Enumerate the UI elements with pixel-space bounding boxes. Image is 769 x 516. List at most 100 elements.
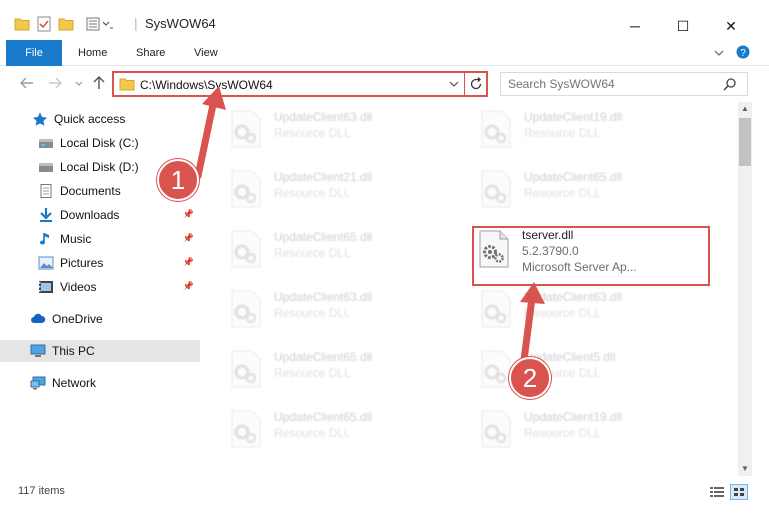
title-bar: | SysWOW64 ─ ☐ ✕ xyxy=(0,0,769,40)
scroll-up-arrow[interactable]: ▲ xyxy=(738,102,752,116)
file-item[interactable]: UpdateClient65.dll Resource DLL xyxy=(452,162,682,210)
maximize-button[interactable]: ☐ xyxy=(660,12,706,40)
svg-text:?: ? xyxy=(740,48,746,59)
sidebar-item-label: Quick access xyxy=(54,112,126,126)
help-icon[interactable]: ? xyxy=(736,45,750,59)
dll-file-icon xyxy=(228,350,264,388)
file-item[interactable]: UpdateClient5.dll Resource DLL xyxy=(452,342,682,390)
dll-file-icon xyxy=(228,170,264,208)
sidebar-item-videos[interactable]: Videos 📌 xyxy=(0,276,200,298)
sidebar-item-quick-access[interactable]: Quick access xyxy=(0,108,200,130)
large-icons-view-icon[interactable] xyxy=(730,484,748,500)
folder-icon xyxy=(14,14,30,34)
dll-file-icon xyxy=(228,290,264,328)
details-view-icon[interactable] xyxy=(710,486,724,501)
documents-icon xyxy=(38,184,54,198)
pin-icon[interactable]: 📌 xyxy=(183,209,194,220)
sidebar-item-label: Music xyxy=(60,232,92,246)
up-button[interactable] xyxy=(90,75,108,93)
pictures-icon xyxy=(38,256,54,270)
navigation-pane: Quick access Local Disk (C:) Local Disk … xyxy=(0,102,202,476)
address-path: C:\Windows\SysWOW64 xyxy=(140,78,273,92)
cloud-icon xyxy=(30,312,46,326)
network-icon xyxy=(30,376,46,390)
dll-file-icon xyxy=(228,110,264,148)
window-title: SysWOW64 xyxy=(145,16,216,31)
close-button[interactable]: ✕ xyxy=(708,12,754,40)
customize-toolbar-icon[interactable] xyxy=(86,14,114,34)
dll-file-icon xyxy=(478,110,514,148)
sidebar-item-label: Videos xyxy=(60,280,97,294)
file-item[interactable]: UpdateClient63.dll Resource DLL xyxy=(452,282,682,330)
search-icon[interactable] xyxy=(723,77,737,94)
ribbon-tabs: File Home Share View ? xyxy=(0,40,769,88)
sidebar-item-pictures[interactable]: Pictures 📌 xyxy=(0,252,200,274)
recent-locations-button[interactable] xyxy=(70,75,88,93)
tab-view[interactable]: View xyxy=(182,40,230,66)
file-item[interactable]: UpdateClient63.dll Resource DLL xyxy=(202,282,432,330)
scroll-down-arrow[interactable]: ▼ xyxy=(738,462,752,476)
file-item[interactable]: UpdateClient63.dll Resource DLL xyxy=(202,102,432,150)
tab-home[interactable]: Home xyxy=(66,40,119,66)
sidebar-item-label: Documents xyxy=(60,184,121,198)
properties-icon[interactable] xyxy=(36,14,52,34)
address-divider xyxy=(464,73,465,95)
pin-icon[interactable]: 📌 xyxy=(183,257,194,268)
sidebar-item-label: This PC xyxy=(52,344,95,358)
computer-icon xyxy=(30,344,46,358)
back-button[interactable] xyxy=(18,75,36,93)
sidebar-item-label: OneDrive xyxy=(52,312,103,326)
refresh-icon[interactable] xyxy=(469,77,483,94)
dll-file-icon xyxy=(228,410,264,448)
star-icon xyxy=(32,112,48,126)
sidebar-item-this-pc[interactable]: This PC xyxy=(0,340,200,362)
minimize-button[interactable]: ─ xyxy=(612,12,658,40)
dll-file-icon xyxy=(478,170,514,208)
drive-icon xyxy=(38,136,54,150)
chevron-down-icon[interactable] xyxy=(712,46,726,60)
vertical-scrollbar[interactable]: ▲ ▼ xyxy=(738,102,752,476)
step-badge-1: 1 xyxy=(157,159,199,201)
music-icon xyxy=(38,232,54,246)
tab-share[interactable]: Share xyxy=(124,40,177,66)
navigation-bar: C:\Windows\SysWOW64 xyxy=(0,66,769,102)
sidebar-item-music[interactable]: Music 📌 xyxy=(0,228,200,250)
drive-icon xyxy=(38,160,54,174)
forward-button[interactable] xyxy=(46,75,64,93)
search-box[interactable] xyxy=(500,72,748,96)
file-item[interactable]: UpdateClient65.dll Resource DLL xyxy=(202,222,432,270)
sidebar-item-downloads[interactable]: Downloads 📌 xyxy=(0,204,200,226)
search-input[interactable] xyxy=(508,77,718,91)
sidebar-item-label: Pictures xyxy=(60,256,104,270)
pin-icon[interactable]: 📌 xyxy=(183,233,194,244)
sidebar-item-local-disk-c[interactable]: Local Disk (C:) xyxy=(0,132,200,154)
file-item[interactable]: UpdateClient19.dll Resource DLL xyxy=(452,402,682,450)
folder-icon xyxy=(119,77,135,94)
file-item[interactable]: UpdateClient21.dll Resource DLL xyxy=(202,162,432,210)
title-separator: | xyxy=(134,15,138,31)
sidebar-item-onedrive[interactable]: OneDrive xyxy=(0,308,200,330)
address-bar[interactable]: C:\Windows\SysWOW64 xyxy=(112,71,488,97)
chevron-down-icon[interactable] xyxy=(448,78,460,93)
sidebar-item-label: Local Disk (D:) xyxy=(60,160,139,174)
dll-file-icon xyxy=(478,410,514,448)
file-list: UpdateClient63.dll Resource DLL UpdateCl… xyxy=(202,102,738,476)
new-folder-icon[interactable] xyxy=(58,14,74,34)
sidebar-item-label: Local Disk (C:) xyxy=(60,136,139,150)
videos-icon xyxy=(38,280,54,294)
highlight-box-file xyxy=(472,226,710,286)
file-item[interactable]: UpdateClient19.dll Resource DLL xyxy=(452,102,682,150)
scrollbar-thumb[interactable] xyxy=(739,118,751,166)
step-badge-2: 2 xyxy=(509,357,551,399)
dll-file-icon xyxy=(228,230,264,268)
sidebar-item-network[interactable]: Network xyxy=(0,372,200,394)
sidebar-item-label: Downloads xyxy=(60,208,120,222)
item-count: 117 items xyxy=(18,485,65,497)
dll-file-icon xyxy=(478,290,514,328)
file-item[interactable]: UpdateClient65.dll Resource DLL xyxy=(202,402,432,450)
sidebar-item-label: Network xyxy=(52,376,97,390)
download-icon xyxy=(38,208,54,222)
status-bar: 117 items xyxy=(0,476,769,506)
pin-icon[interactable]: 📌 xyxy=(183,281,194,292)
file-item[interactable]: UpdateClient65.dll Resource DLL xyxy=(202,342,432,390)
